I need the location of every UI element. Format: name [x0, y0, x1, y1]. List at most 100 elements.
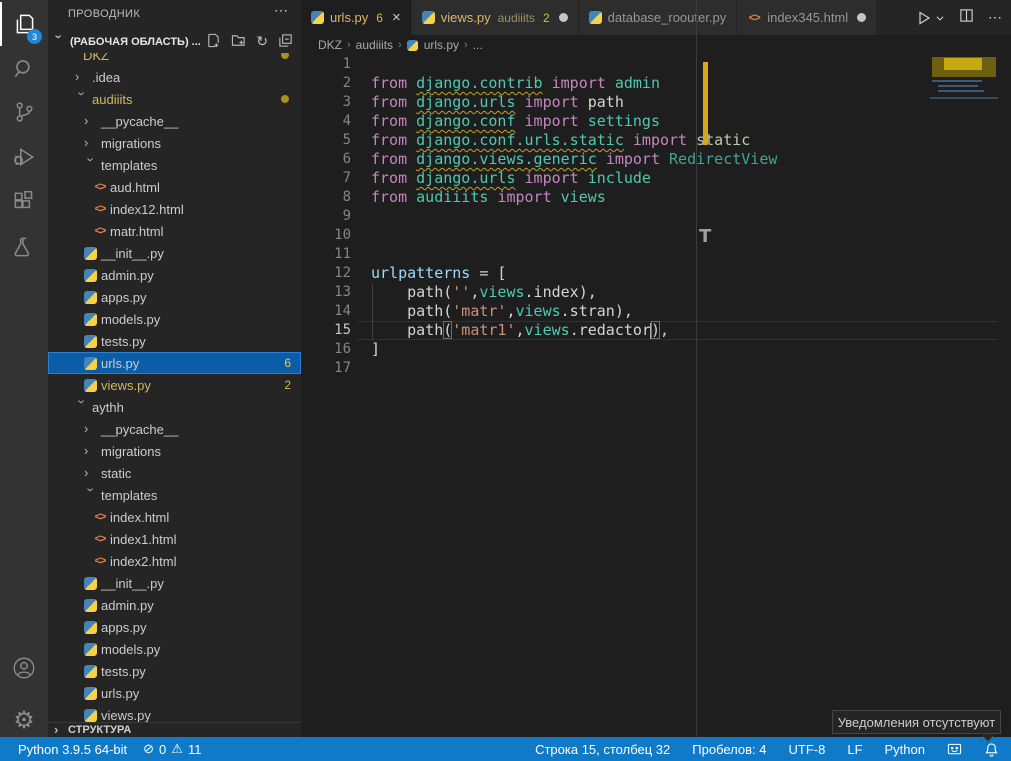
tree-item-migrations[interactable]: ›migrations	[48, 440, 301, 462]
code-line-4[interactable]: 4from django.conf import settings	[301, 112, 1011, 131]
indentation[interactable]: Пробелов: 4	[692, 742, 766, 757]
sidebar-more-actions[interactable]: ⋯	[274, 2, 289, 19]
code-line-9[interactable]: 9	[301, 207, 1011, 226]
tree-item-index12.html[interactable]: <>index12.html	[48, 198, 301, 220]
tree-item-audiiits[interactable]: ›audiiits	[48, 88, 301, 110]
tree-item-__init__.py[interactable]: __init__.py	[48, 572, 301, 594]
tree-item-apps.py[interactable]: apps.py	[48, 286, 301, 308]
language-mode[interactable]: Python	[885, 742, 925, 757]
tree-item-label: index1.html	[110, 532, 176, 547]
code-line-15[interactable]: 15 path('matr1',views.redactor),	[301, 321, 1011, 340]
collapse-all-icon[interactable]	[278, 33, 293, 53]
outline-section-header[interactable]: › СТРУКТУРА	[48, 722, 301, 737]
tree-item-aythh[interactable]: ›aythh	[48, 396, 301, 418]
code-line-7[interactable]: 7from django.urls import include	[301, 169, 1011, 188]
eol[interactable]: LF	[847, 742, 862, 757]
source-control-icon[interactable]	[0, 90, 48, 134]
problems-indicator[interactable]: ⊘ 0 ⚠ 11	[143, 741, 201, 757]
settings-gear-icon[interactable]: ⚙	[0, 698, 48, 742]
breadcrumb-item[interactable]: ...	[473, 38, 483, 52]
feedback-smiley-icon[interactable]	[947, 742, 962, 757]
refresh-icon[interactable]: ↻	[256, 33, 268, 53]
code-editor[interactable]: 12from django.contrib import admin3from …	[301, 55, 1011, 737]
python-interpreter[interactable]: Python 3.9.5 64-bit	[18, 742, 127, 757]
tree-item-urls.py[interactable]: urls.py6	[48, 352, 301, 374]
breadcrumb-item[interactable]: DKZ	[318, 38, 342, 52]
tree-item-urls.py[interactable]: urls.py	[48, 682, 301, 704]
breadcrumb-item[interactable]: urls.py	[424, 38, 459, 52]
minimap[interactable]	[930, 55, 998, 737]
tree-item-__init__.py[interactable]: __init__.py	[48, 242, 301, 264]
tab-index345.html[interactable]: <>index345.html	[737, 0, 877, 35]
search-icon[interactable]	[0, 47, 48, 91]
tree-item-label: index12.html	[110, 202, 184, 217]
cursor-position[interactable]: Строка 15, столбец 32	[535, 742, 670, 757]
code-line-10[interactable]: 10	[301, 226, 1011, 245]
tree-item-matr.html[interactable]: <>matr.html	[48, 220, 301, 242]
breadcrumb-separator-icon: ›	[347, 39, 351, 51]
tree-item-templates[interactable]: ›templates	[48, 154, 301, 176]
new-file-icon[interactable]	[206, 33, 221, 53]
encoding[interactable]: UTF-8	[789, 742, 826, 757]
notifications-bell-icon[interactable]	[984, 742, 999, 757]
tree-item-admin.py[interactable]: admin.py	[48, 594, 301, 616]
tab-problems-badge: 6	[376, 11, 383, 25]
tree-item-tests.py[interactable]: tests.py	[48, 330, 301, 352]
tree-item-admin.py[interactable]: admin.py	[48, 264, 301, 286]
tab-description: audiiits	[498, 11, 535, 25]
account-icon[interactable]	[0, 646, 48, 690]
tab-database_roouter.py[interactable]: database_roouter.py	[579, 0, 738, 35]
tree-item-views.py[interactable]: views.py	[48, 704, 301, 722]
code-line-13[interactable]: 13 path('',views.index),	[301, 283, 1011, 302]
tree-item-aud.html[interactable]: <>aud.html	[48, 176, 301, 198]
tree-item-__pycache__[interactable]: ›__pycache__	[48, 110, 301, 132]
code-line-8[interactable]: 8from audiiits import views	[301, 188, 1011, 207]
chevron-right-icon: ›	[84, 421, 98, 436]
code-line-2[interactable]: 2from django.contrib import admin	[301, 74, 1011, 93]
run-debug-icon[interactable]	[0, 135, 48, 179]
testing-icon[interactable]	[0, 225, 48, 269]
tree-item-models.py[interactable]: models.py	[48, 638, 301, 660]
tree-item-tests.py[interactable]: tests.py	[48, 660, 301, 682]
editor-group: urls.py 6 × views.pyaudiiits2database_roout…	[301, 0, 1011, 737]
close-icon[interactable]: ×	[392, 9, 401, 26]
more-actions-icon[interactable]: ⋯	[988, 9, 1003, 26]
chevron-down-icon: ›	[66, 53, 81, 61]
tree-item-__pycache__[interactable]: ›__pycache__	[48, 418, 301, 440]
tree-item-index.html[interactable]: <>index.html	[48, 506, 301, 528]
code-line-3[interactable]: 3from django.urls import path	[301, 93, 1011, 112]
code-line-17[interactable]: 17	[301, 359, 1011, 378]
tree-item-templates[interactable]: ›templates	[48, 484, 301, 506]
python-file-icon	[84, 379, 97, 392]
run-python-file-icon[interactable]	[916, 10, 945, 26]
chevron-right-icon: ›	[84, 443, 98, 458]
tree-item-views.py[interactable]: views.py2	[48, 374, 301, 396]
tree-item-DKZ[interactable]: ›DKZ	[48, 53, 301, 66]
breadcrumb-item[interactable]: audiiits	[356, 38, 393, 52]
python-file-icon	[84, 335, 97, 348]
tree-item-index1.html[interactable]: <>index1.html	[48, 528, 301, 550]
code-line-16[interactable]: 16]	[301, 340, 1011, 359]
tree-item-migrations[interactable]: ›migrations	[48, 132, 301, 154]
tab-views.py[interactable]: views.pyaudiiits2	[412, 0, 579, 35]
code-line-11[interactable]: 11	[301, 245, 1011, 264]
code-line-12[interactable]: 12urlpatterns = [	[301, 264, 1011, 283]
code-line-1[interactable]: 1	[301, 55, 1011, 74]
tree-item-index2.html[interactable]: <>index2.html	[48, 550, 301, 572]
explorer-icon[interactable]: 3	[0, 2, 48, 46]
code-line-5[interactable]: 5from django.conf.urls.static import sta…	[301, 131, 1011, 150]
tree-item-static[interactable]: ›static	[48, 462, 301, 484]
tree-item-apps.py[interactable]: apps.py	[48, 616, 301, 638]
code-line-6[interactable]: 6from django.views.generic import Redire…	[301, 150, 1011, 169]
new-folder-icon[interactable]	[231, 33, 246, 53]
minimap-current-line	[930, 97, 998, 99]
warning-icon: ⚠	[171, 741, 183, 757]
tree-item-models.py[interactable]: models.py	[48, 308, 301, 330]
line-number: 4	[301, 112, 351, 131]
extensions-icon[interactable]	[0, 180, 48, 224]
overview-ruler-mark: T	[699, 228, 711, 246]
tab-urls.py[interactable]: urls.py6×	[301, 0, 412, 35]
split-editor-icon[interactable]	[959, 8, 974, 28]
code-line-14[interactable]: 14 path('matr',views.stran),	[301, 302, 1011, 321]
tree-item-.idea[interactable]: ›.idea	[48, 66, 301, 88]
